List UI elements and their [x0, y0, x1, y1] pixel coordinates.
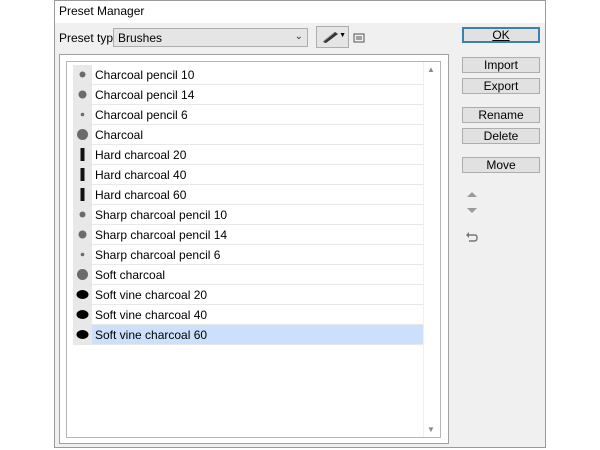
rename-button[interactable]: Rename: [462, 107, 540, 123]
triangle-down-icon[interactable]: [465, 206, 479, 216]
preset-name: Hard charcoal 20: [95, 148, 187, 162]
preset-name: Sharp charcoal pencil 6: [95, 248, 221, 262]
brush-thumbnail-icon: [73, 145, 92, 164]
list-item[interactable]: Sharp charcoal pencil 10: [73, 205, 427, 225]
brush-thumbnail-icon: [73, 205, 92, 224]
brush-thumbnail-icon: [73, 185, 92, 204]
preset-name: Soft vine charcoal 40: [95, 308, 208, 322]
preset-list-panel: Charcoal pencil 10 Charcoal pencil 14 Char…: [59, 54, 449, 444]
list-item[interactable]: Soft vine charcoal 20: [73, 285, 427, 305]
brush-thumbnail-icon: [73, 245, 92, 264]
delete-button-label: Delete: [483, 129, 519, 143]
brush-thumbnail-icon: [73, 105, 92, 124]
list-item[interactable]: Sharp charcoal pencil 14: [73, 225, 427, 245]
preset-name: Soft vine charcoal 60: [95, 328, 208, 342]
brush-stroke-icon: [323, 32, 338, 43]
brush-thumbnail-icon: [73, 85, 92, 104]
brush-thumbnail-icon: [73, 325, 92, 344]
import-button-label: Import: [483, 58, 518, 72]
preset-name: Charcoal pencil 14: [95, 88, 195, 102]
undo-icon[interactable]: [465, 231, 479, 243]
preset-type-value: Brushes: [118, 31, 163, 45]
chevron-down-icon: ⌄: [294, 31, 303, 42]
list-item[interactable]: Soft vine charcoal 60: [73, 325, 427, 345]
brush-thumbnail-icon: [73, 285, 92, 304]
preset-name: Soft vine charcoal 20: [95, 288, 208, 302]
preset-name: Sharp charcoal pencil 14: [95, 228, 228, 242]
preset-name: Charcoal: [95, 128, 144, 142]
title-bar[interactable]: Preset Manager: [55, 1, 545, 23]
move-button-label: Move: [486, 158, 516, 172]
vertical-scrollbar[interactable]: ▲ ▼: [423, 62, 440, 437]
brush-thumbnail-icon: [73, 125, 92, 144]
scroll-down-icon[interactable]: ▼: [427, 425, 435, 434]
window-title: Preset Manager: [59, 4, 145, 18]
ok-button-label: OK: [492, 28, 510, 42]
preset-list[interactable]: Charcoal pencil 10 Charcoal pencil 14 Char…: [66, 61, 441, 438]
panel-options-icon[interactable]: [353, 32, 365, 44]
list-item[interactable]: Soft vine charcoal 40: [73, 305, 427, 325]
list-item[interactable]: Charcoal pencil 6: [73, 105, 427, 125]
export-button[interactable]: Export: [462, 78, 540, 94]
preset-type-select[interactable]: Brushes ⌄: [113, 28, 308, 47]
list-item[interactable]: Hard charcoal 20: [73, 145, 427, 165]
rename-button-label: Rename: [478, 108, 524, 122]
move-button[interactable]: Move: [462, 157, 540, 173]
preset-rows: Charcoal pencil 10 Charcoal pencil 14 Char…: [73, 65, 427, 345]
dropdown-arrow-icon: ▼: [339, 32, 346, 39]
preset-name: Sharp charcoal pencil 10: [95, 208, 228, 222]
list-item[interactable]: Charcoal: [73, 125, 427, 145]
preset-name: Hard charcoal 40: [95, 168, 187, 182]
preset-name: Hard charcoal 60: [95, 188, 187, 202]
export-button-label: Export: [483, 79, 519, 93]
preset-name: Charcoal pencil 6: [95, 108, 188, 122]
preset-name: Charcoal pencil 10: [95, 68, 195, 82]
triangle-up-icon[interactable]: [465, 189, 479, 199]
list-item[interactable]: Charcoal pencil 10: [73, 65, 427, 85]
brush-thumbnail-icon: [73, 265, 92, 284]
list-item[interactable]: Hard charcoal 40: [73, 165, 427, 185]
import-button[interactable]: Import: [462, 57, 540, 73]
preset-manager-dialog: Preset Manager Preset type: Brushes ⌄ ▼ …: [54, 0, 546, 448]
brush-preview-button[interactable]: ▼: [316, 26, 349, 48]
list-item[interactable]: Sharp charcoal pencil 6: [73, 245, 427, 265]
delete-button[interactable]: Delete: [462, 128, 540, 144]
brush-thumbnail-icon: [73, 65, 92, 84]
brush-thumbnail-icon: [73, 305, 92, 324]
brush-thumbnail-icon: [73, 225, 92, 244]
scroll-up-icon[interactable]: ▲: [427, 65, 435, 74]
list-item[interactable]: Hard charcoal 60: [73, 185, 427, 205]
ok-button[interactable]: OK: [462, 27, 540, 43]
list-item[interactable]: Soft charcoal: [73, 265, 427, 285]
list-item[interactable]: Charcoal pencil 14: [73, 85, 427, 105]
preset-name: Soft charcoal: [95, 268, 166, 282]
brush-thumbnail-icon: [73, 165, 92, 184]
